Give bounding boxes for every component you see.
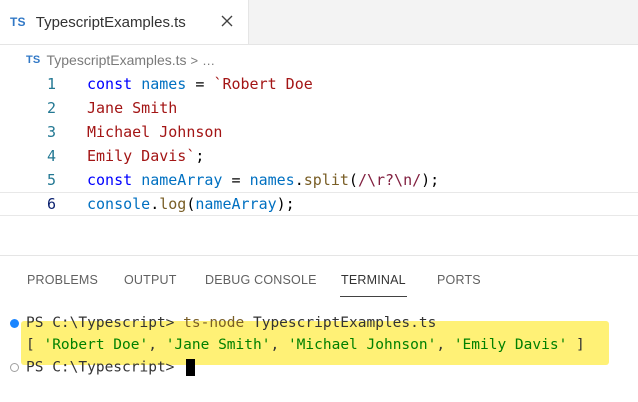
terminal-output: [ 'Robert Doe', 'Jane Smith', 'Michael J… xyxy=(26,337,585,353)
line-number: 2 xyxy=(46,99,56,117)
typescript-file-icon: TS xyxy=(26,54,41,66)
vscode-window: TS TypescriptExamples.ts TS TypescriptEx… xyxy=(0,0,638,402)
code-text: const nameArray = names.split(/\r?\n/); xyxy=(87,171,440,189)
tab-terminal[interactable]: TERMINAL xyxy=(341,273,406,287)
code-line-active[interactable]: 6 console.log(nameArray); xyxy=(0,192,638,216)
code-text: Jane Smith xyxy=(87,99,178,117)
terminal-text: PS C:\Typescript> ts-node TypescriptExam… xyxy=(26,315,437,331)
breadcrumb: TS TypescriptExamples.ts > … xyxy=(26,50,215,70)
editor-tab-typescriptexamples[interactable]: TS TypescriptExamples.ts xyxy=(0,0,249,44)
breadcrumb-more[interactable]: … xyxy=(202,53,215,68)
tab-debug-console[interactable]: DEBUG CONSOLE xyxy=(205,273,317,287)
code-text: Michael Johnson xyxy=(87,123,223,141)
terminal-prompt-line[interactable]: PS C:\Typescript> xyxy=(0,356,638,378)
code-line[interactable]: 2 Jane Smith xyxy=(0,96,638,120)
code-text: console.log(nameArray); xyxy=(87,195,295,213)
command-idle-icon[interactable] xyxy=(10,362,19,372)
line-number: 3 xyxy=(46,123,56,141)
tab-title: TypescriptExamples.ts xyxy=(35,13,186,31)
terminal-line[interactable]: PS C:\Typescript> ts-node TypescriptExam… xyxy=(0,312,638,334)
terminal-prompt: PS C:\Typescript> xyxy=(26,358,196,376)
tab-output[interactable]: OUTPUT xyxy=(124,273,177,287)
code-text: const names = `Robert Doe xyxy=(87,75,313,93)
code-line[interactable]: 4 Emily Davis`; xyxy=(0,144,638,168)
command-success-icon[interactable] xyxy=(10,318,19,328)
code-text: Emily Davis`; xyxy=(87,147,205,165)
code-editor[interactable]: 1 const names = `Robert Doe 2 Jane Smith… xyxy=(0,72,638,222)
terminal-output-line[interactable]: [ 'Robert Doe', 'Jane Smith', 'Michael J… xyxy=(0,334,638,356)
close-icon[interactable] xyxy=(218,12,236,30)
breadcrumb-file[interactable]: TypescriptExamples.ts xyxy=(46,52,186,68)
typescript-file-icon: TS xyxy=(10,15,26,29)
line-number: 5 xyxy=(46,171,56,189)
breadcrumb-separator: > xyxy=(190,52,199,68)
line-number: 1 xyxy=(46,75,56,93)
tab-ports[interactable]: PORTS xyxy=(437,273,481,287)
editor-tab-bar: TS TypescriptExamples.ts xyxy=(0,0,638,45)
code-line[interactable]: 3 Michael Johnson xyxy=(0,120,638,144)
line-number: 4 xyxy=(46,147,56,165)
active-tab-indicator xyxy=(340,296,407,297)
tab-problems[interactable]: PROBLEMS xyxy=(27,273,98,287)
panel-tab-bar: PROBLEMS OUTPUT DEBUG CONSOLE TERMINAL P… xyxy=(0,256,638,302)
code-line[interactable]: 5 const nameArray = names.split(/\r?\n/)… xyxy=(0,168,638,192)
terminal-cursor xyxy=(186,358,196,376)
code-line[interactable]: 1 const names = `Robert Doe xyxy=(0,72,638,96)
line-number: 6 xyxy=(46,195,56,213)
